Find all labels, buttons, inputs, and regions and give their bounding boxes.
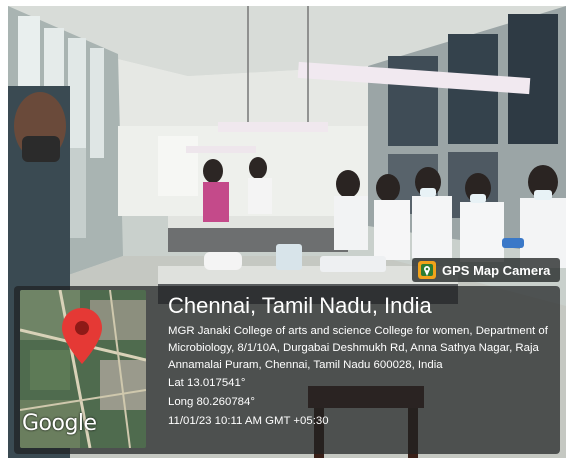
timestamp: 11/01/23 10:11 AM GMT +05:30 (168, 415, 329, 427)
google-logo: Google (22, 411, 97, 436)
map-thumbnail: Google (20, 290, 146, 448)
app-badge: GPS Map Camera (412, 258, 560, 282)
app-name: GPS Map Camera (442, 262, 551, 278)
location-title: Chennai, Tamil Nadu, India (168, 293, 432, 318)
map-camera-icon (418, 261, 436, 279)
latitude: Lat 13.017541° (168, 377, 246, 389)
longitude: Long 80.260784° (168, 396, 255, 408)
location-address: MGR Janaki College of arts and science C… (168, 325, 548, 371)
location-info: Chennai, Tamil Nadu, India MGR Janaki Co… (168, 292, 556, 431)
